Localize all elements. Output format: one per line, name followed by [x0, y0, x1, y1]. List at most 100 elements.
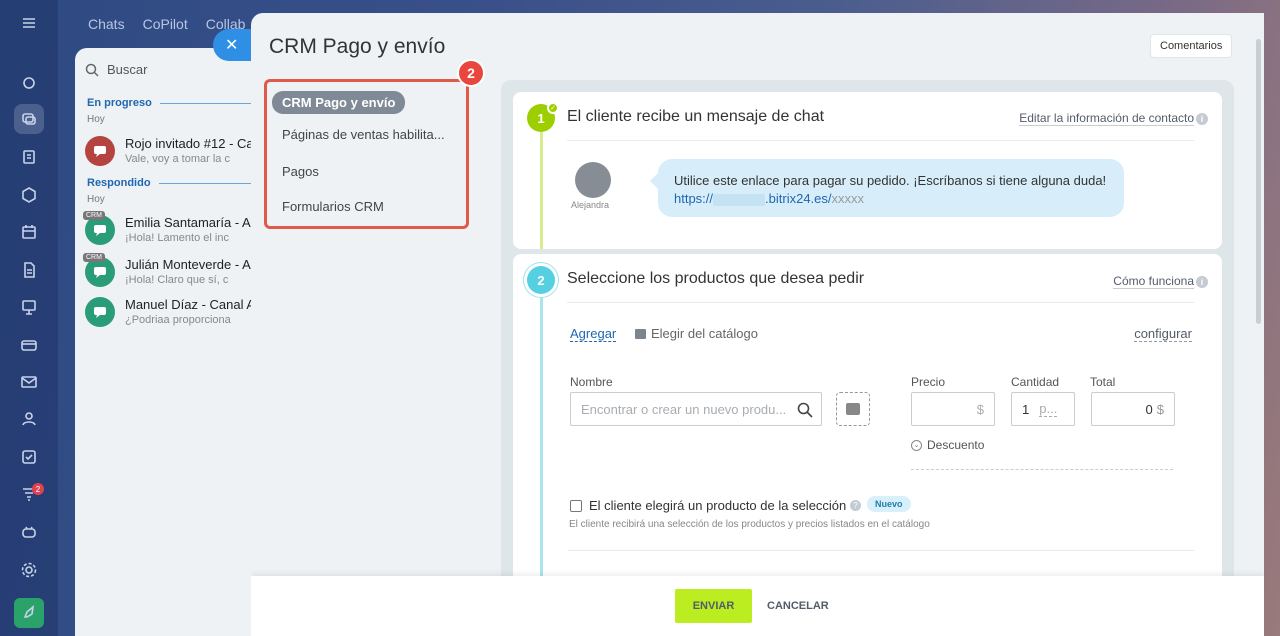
info-icon[interactable]: i — [1196, 276, 1208, 288]
chat-name: Emilia Santamaría - Ac — [125, 215, 258, 230]
total-value: 0 — [1145, 401, 1153, 417]
left-rail: 2 — [0, 0, 58, 636]
chat-search[interactable]: Buscar — [85, 62, 147, 77]
edit-contact-link[interactable]: Editar la información de contacto — [1019, 111, 1194, 126]
scrollbar[interactable] — [1256, 39, 1261, 324]
total-label: Total — [1090, 375, 1116, 389]
menu-item-sales-pages[interactable]: Páginas de ventas habilita... — [282, 127, 445, 142]
crm-icon[interactable] — [14, 180, 44, 210]
step-number: 2 — [527, 266, 555, 294]
total-unit: $ — [1156, 401, 1164, 417]
checklist-icon[interactable] — [14, 442, 44, 472]
menu-item-payments[interactable]: Pagos — [282, 164, 319, 179]
comments-button[interactable]: Comentarios — [1150, 34, 1233, 58]
cancel-button[interactable]: CANCELAR — [767, 600, 829, 612]
help-icon[interactable]: ? — [850, 500, 861, 511]
section-sub: Hoy — [87, 114, 105, 125]
divider — [567, 140, 1194, 141]
chats-icon[interactable] — [14, 104, 44, 134]
chat-preview: ¡Hola! Claro que sí, c — [125, 274, 229, 286]
funnel-badge: 2 — [32, 483, 44, 495]
price-label: Precio — [911, 375, 946, 389]
step-title: El cliente recibe un mensaje de chat — [567, 108, 825, 125]
quantity-unit[interactable]: p... — [1039, 401, 1058, 417]
main-content: 1 ✓ El cliente recibe un mensaje de chat… — [501, 80, 1234, 636]
chat-avatar — [85, 297, 115, 327]
crm-payment-slider: CRM Pago y envío Comentarios CRM Pago y … — [251, 13, 1264, 636]
search-icon[interactable] — [797, 402, 813, 418]
menu-icon[interactable] — [14, 8, 44, 38]
price-input[interactable]: $ — [911, 392, 995, 426]
sites-icon[interactable] — [14, 330, 44, 360]
link-prefix: https:// — [674, 191, 714, 206]
side-menu: CRM Pago y envío Páginas de ventas habil… — [264, 79, 469, 229]
name-label: Nombre — [570, 375, 613, 389]
send-button[interactable]: ENVIAR — [675, 589, 752, 623]
how-it-works-link[interactable]: Cómo funciona — [1113, 274, 1194, 289]
close-icon: ✕ — [225, 37, 239, 54]
documents-icon[interactable] — [14, 255, 44, 285]
section-answered: Respondido — [87, 177, 265, 189]
copilot-icon[interactable] — [14, 68, 44, 98]
discount-toggle[interactable]: ⌄ Descuento — [911, 438, 984, 452]
chevron-down-icon: ⌄ — [911, 439, 922, 451]
chat-preview: Vale, voy a tomar la c — [125, 153, 230, 165]
chat-preview: ¿Podriaa proporciona — [125, 314, 231, 326]
info-icon[interactable]: i — [1196, 113, 1208, 125]
quantity-value: 1 — [1022, 401, 1030, 417]
step-connector — [540, 132, 543, 249]
selection-description: El cliente recibirá una selección de los… — [569, 519, 930, 530]
image-upload-icon[interactable] — [836, 392, 870, 426]
configure-link[interactable]: configurar — [1134, 326, 1192, 342]
crm-badge: CRM — [83, 211, 105, 220]
chat-bubble-icon — [94, 307, 106, 318]
rocket-icon[interactable] — [14, 598, 44, 628]
product-placeholder: Encontrar o crear un nuevo produ... — [581, 401, 787, 417]
selection-checkbox-label[interactable]: El cliente elegirá un producto de la sel… — [589, 498, 846, 513]
chat-list-panel: Buscar En progreso Hoy Rojo invitado #12… — [75, 48, 265, 636]
chat-item[interactable]: CRM Julián Monteverde - A ¡Hola! Claro q… — [83, 253, 265, 293]
chat-item[interactable]: CRM Emilia Santamaría - Ac ¡Hola! Lament… — [83, 211, 265, 251]
robot-icon[interactable] — [14, 517, 44, 547]
avatar-name: Alejandra — [571, 200, 610, 210]
menu-item-crm-payment[interactable]: CRM Pago y envío — [272, 91, 406, 114]
chat-avatar — [85, 136, 115, 166]
link-suffix: xxxxx — [831, 191, 865, 206]
calendar-icon[interactable] — [14, 217, 44, 247]
search-icon — [85, 63, 99, 77]
link-domain: .bitrix24.es/ — [765, 191, 832, 206]
chat-item[interactable]: Rojo invitado #12 - Ca Vale, voy a tomar… — [85, 136, 265, 172]
discount-label: Descuento — [927, 438, 985, 452]
callout-marker: 2 — [457, 59, 485, 87]
settings-icon[interactable] — [14, 555, 44, 585]
nav-copilot[interactable]: CoPilot — [143, 16, 188, 32]
chat-name: Manuel Díaz - Canal A — [125, 297, 256, 312]
tasks-icon[interactable] — [14, 142, 44, 172]
quantity-label: Cantidad — [1011, 375, 1060, 389]
chat-preview: ¡Hola! Lamento el inc — [125, 232, 229, 244]
step-title: Seleccione los productos que desea pedir — [567, 270, 865, 287]
avatar — [575, 162, 611, 198]
close-slider-button[interactable]: ✕ — [213, 29, 253, 61]
nav-chats[interactable]: Chats — [88, 16, 125, 32]
footer-bar: ENVIAR CANCELAR — [251, 576, 1264, 636]
board-icon[interactable] — [14, 292, 44, 322]
product-search-input[interactable]: Encontrar o crear un nuevo produ... — [570, 392, 822, 426]
check-icon: ✓ — [547, 102, 559, 114]
message-text: Utilice este enlace para pagar su pedido… — [674, 173, 1107, 188]
divider — [567, 302, 1194, 303]
selection-checkbox[interactable] — [570, 500, 582, 512]
payment-link[interactable]: https:// .bitrix24.es/xxxxx — [674, 190, 1108, 208]
chat-bubble-icon — [94, 225, 106, 236]
chat-item[interactable]: Manuel Díaz - Canal A ¿Podriaa proporcio… — [85, 297, 265, 333]
total-input: 0 $ — [1091, 392, 1175, 426]
quantity-input[interactable]: 1 p... — [1011, 392, 1075, 426]
chat-message-bubble: Utilice este enlace para pagar su pedido… — [650, 159, 1124, 217]
chat-name: Julián Monteverde - A — [125, 257, 251, 272]
contacts-icon[interactable] — [14, 404, 44, 434]
catalog-button[interactable]: Elegir del catálogo — [635, 326, 758, 341]
book-icon — [635, 328, 646, 339]
add-product-button[interactable]: Agregar — [570, 326, 617, 342]
menu-item-crm-forms[interactable]: Formularios CRM — [282, 199, 384, 214]
mail-icon[interactable] — [14, 367, 44, 397]
